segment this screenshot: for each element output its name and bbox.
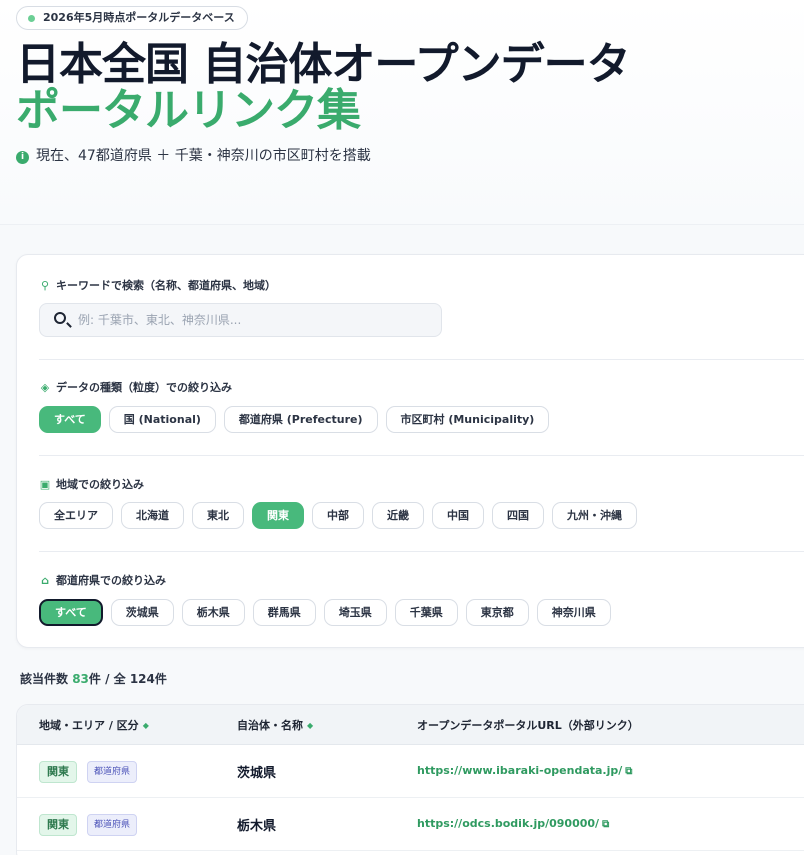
chip-region-chubu[interactable]: 中部 (312, 502, 364, 529)
prefecture-filter-chips: すべて 茨城県 栃木県 群馬県 埼玉県 千葉県 東京都 神奈川県 (39, 599, 611, 626)
region-filter-chips: 全エリア 北海道 東北 関東 中部 近畿 中国 四国 九州・沖縄 (39, 502, 637, 529)
results-table: 地域・エリア / 区分 ◆ 自治体・名称 ◆ オープンデータポータルURL（外部リン… (16, 704, 804, 855)
hero-header: 2026年5月時点ポータルデータベース 日本全国 自治体オープンデータ ポータル… (0, 0, 804, 225)
table-row: 関東 都道府県 栃木県 https://odcs.bodik.jp/090000… (17, 799, 804, 851)
chip-pref-tokyo[interactable]: 東京都 (465, 599, 529, 626)
sort-icon[interactable]: ◆ (143, 721, 149, 730)
chip-pref-ibaraki[interactable]: 茨城県 (110, 599, 174, 626)
page-subtitle: i 現在、47都道府県 ＋ 千葉・神奈川の市区町村を搭載 (16, 145, 371, 167)
region-tag: 関東 (39, 761, 77, 783)
divider (39, 551, 804, 552)
map-icon: ▣ (39, 478, 51, 491)
info-icon: i (16, 151, 29, 164)
chip-region-kinki[interactable]: 近畿 (372, 502, 424, 529)
level-tag: 都道府県 (87, 761, 138, 783)
chip-type-all[interactable]: すべて (39, 406, 101, 433)
chip-region-shikoku[interactable]: 四国 (492, 502, 544, 529)
result-count: 該当件数 83件 / 全 124件 (20, 672, 167, 686)
chip-region-kyushu-okinawa[interactable]: 九州・沖縄 (552, 502, 637, 529)
chip-pref-tochigi[interactable]: 栃木県 (181, 599, 245, 626)
municipality-name: 茨城県 (237, 766, 277, 781)
date-badge: 2026年5月時点ポータルデータベース (16, 6, 248, 30)
external-link-icon: ⧉ (625, 766, 633, 777)
search-label: ⚲ キーワードで検索（名称、都道府県、地域） (40, 279, 276, 292)
chip-type-prefecture[interactable]: 都道府県 (Prefecture) (223, 406, 378, 433)
portal-link[interactable]: https://www.ibaraki-opendata.jp/⧉ (417, 764, 632, 777)
page-title-line2: ポータルリンク集 (16, 85, 361, 136)
type-filter-label: ◈ データの種類（粒度）での絞り込み (40, 381, 232, 394)
chip-region-chugoku[interactable]: 中国 (432, 502, 484, 529)
building-icon: ⌂ (41, 574, 49, 587)
chip-region-tohoku[interactable]: 東北 (192, 502, 244, 529)
divider (39, 455, 804, 456)
external-link-icon: ⧉ (602, 819, 610, 830)
chip-pref-all[interactable]: すべて (39, 599, 103, 626)
search-icon (54, 312, 66, 324)
chip-pref-saitama[interactable]: 埼玉県 (323, 599, 387, 626)
chip-region-kanto[interactable]: 関東 (252, 502, 304, 529)
sort-icon[interactable]: ◆ (307, 721, 313, 730)
search-input[interactable] (78, 304, 433, 336)
table-header: 地域・エリア / 区分 ◆ 自治体・名称 ◆ オープンデータポータルURL（外部リン… (17, 705, 804, 745)
filter-card: ⚲キーワードで検索（名称、都道府県、地域） ◈データの種類（粒度）での絞り込み … (16, 254, 804, 648)
chip-region-all[interactable]: 全エリア (39, 502, 113, 529)
portal-link[interactable]: https://odcs.bodik.jp/090000/⧉ (417, 817, 609, 830)
column-header-url: オープンデータポータルURL（外部リンク） (417, 719, 639, 732)
column-header-region[interactable]: 地域・エリア / 区分 ◆ (39, 717, 149, 733)
chip-type-municipality[interactable]: 市区町村 (Municipality) (385, 406, 550, 433)
chip-type-national[interactable]: 国 (National) (108, 406, 216, 433)
search-field[interactable] (39, 303, 442, 337)
type-filter-chips: すべて 国 (National) 都道府県 (Prefecture) 市区町村 … (39, 406, 550, 433)
column-header-name[interactable]: 自治体・名称 ◆ (237, 717, 313, 733)
subtitle-text: 現在、47都道府県 ＋ 千葉・神奈川の市区町村を搭載 (36, 148, 371, 164)
status-dot (28, 15, 35, 22)
chip-region-hokkaido[interactable]: 北海道 (121, 502, 184, 529)
chip-pref-gunma[interactable]: 群馬県 (252, 599, 316, 626)
region-filter-label: ▣ 地域での絞り込み (39, 478, 144, 491)
divider (39, 359, 804, 360)
layers-icon: ◈ (40, 381, 50, 394)
prefecture-filter-label: ⌂ 都道府県での絞り込み (39, 572, 166, 588)
search-icon: ⚲ (40, 279, 50, 292)
level-tag: 都道府県 (87, 814, 138, 836)
result-count-number: 83 (72, 672, 89, 686)
chip-pref-kanagawa[interactable]: 神奈川県 (536, 599, 611, 626)
municipality-name: 栃木県 (237, 819, 277, 834)
date-badge-text: 2026年5月時点ポータルデータベース (43, 11, 235, 24)
table-row: 関東 都道府県 茨城県 https://www.ibaraki-opendata… (17, 746, 804, 798)
chip-pref-chiba[interactable]: 千葉県 (394, 599, 458, 626)
region-tag: 関東 (39, 814, 77, 836)
